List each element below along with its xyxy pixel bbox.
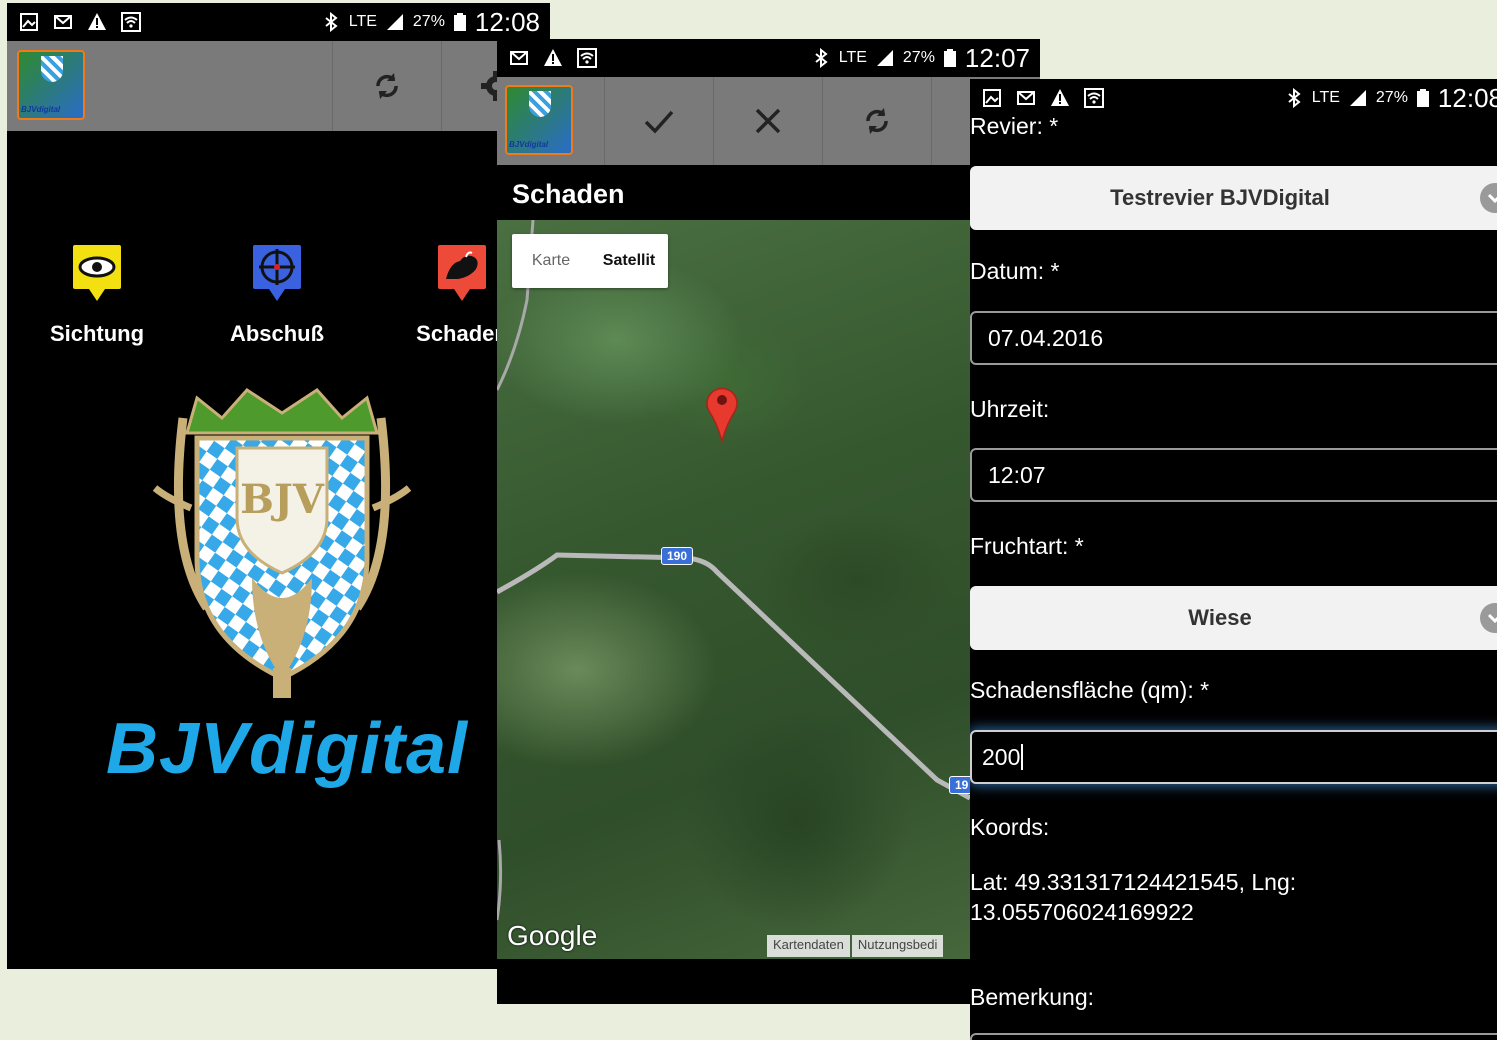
status-bar: LTE 27% 12:08 [7, 3, 550, 41]
nutzungsbedingungen-link[interactable]: Nutzungsbedi [851, 935, 944, 957]
signal-icon [1349, 90, 1366, 106]
signal-icon [876, 50, 893, 66]
fruchtart-value: Wiese [1188, 605, 1252, 630]
app-logo[interactable]: BJVdigital [505, 85, 573, 155]
chevron-down-icon [1480, 603, 1497, 633]
bemerkung-field[interactable] [970, 1033, 1497, 1040]
lte-indicator: LTE [838, 49, 867, 66]
map-type-karte[interactable]: Karte [512, 234, 590, 288]
mail-icon [54, 15, 72, 29]
status-bar: LTE 27% 12:08 [970, 79, 1497, 117]
wifi-icon [1084, 88, 1104, 108]
gallery-icon [983, 89, 1001, 107]
schadensflaeche-label: Schadensfläche (qm): * [970, 677, 1210, 703]
koords-value-line2: 13.055706024169922 [970, 899, 1194, 925]
battery-percent: 27% [1375, 89, 1408, 106]
lte-indicator: LTE [1311, 89, 1340, 106]
crosshair-icon [253, 245, 301, 301]
tile-sichtung[interactable]: Sichtung [47, 243, 147, 347]
revier-select[interactable]: Testrevier BJVDigital [970, 166, 1497, 230]
google-logo: Google [507, 920, 598, 951]
bluetooth-icon [1288, 88, 1301, 108]
schadensflaeche-value: 200 [982, 743, 1021, 770]
gallery-icon [20, 13, 38, 31]
revier-value: Testrevier BJVDigital [1110, 185, 1330, 210]
koords-value-line1: Lat: 49.331317124421545, Lng: [970, 869, 1297, 895]
app-logo[interactable]: BJVdigital [17, 50, 85, 120]
bluetooth-icon [815, 48, 828, 68]
warning-icon [544, 49, 562, 66]
sync-button[interactable] [822, 77, 931, 165]
confirm-button[interactable] [604, 77, 713, 165]
brand-wordmark: BJVdigital [105, 709, 469, 789]
tile-label: Abschuß [229, 321, 325, 346]
map-roads [497, 220, 970, 921]
sync-icon [376, 73, 398, 99]
warning-icon [1051, 89, 1069, 106]
fruchtart-select[interactable]: Wiese [970, 586, 1497, 650]
mail-icon [510, 51, 528, 65]
battery-icon [453, 13, 466, 31]
phone-screen-map: LTE 27% 12:07 BJVdigital Schaden Karte S… [497, 39, 1040, 1004]
action-bar: BJVdigital [7, 41, 550, 131]
text-cursor [1021, 744, 1024, 770]
phone-screen-form: LTE 27% 12:08 Revier: * Testrevier BJVDi… [970, 79, 1497, 1040]
road-shield: 19 [949, 776, 970, 794]
status-clock: 12:08 [1437, 82, 1497, 113]
koords-label: Koords: [970, 814, 1050, 840]
battery-percent: 27% [412, 13, 445, 30]
uhrzeit-label: Uhrzeit: [970, 396, 1050, 422]
uhrzeit-field[interactable]: 12:07 [970, 448, 1497, 502]
status-clock: 12:07 [964, 42, 1030, 73]
battery-percent: 27% [902, 49, 935, 66]
wifi-icon [121, 12, 141, 32]
schadensflaeche-field[interactable]: 200 [970, 730, 1497, 784]
battery-icon [943, 49, 956, 67]
wifi-icon [577, 48, 597, 68]
close-icon [755, 108, 781, 134]
revier-label: Revier: * [970, 113, 1059, 139]
action-bar: BJVdigital [497, 77, 1040, 165]
battery-icon [1416, 89, 1429, 107]
boar-icon [438, 245, 486, 301]
datum-field[interactable]: 07.04.2016 [970, 311, 1497, 365]
status-bar: LTE 27% 12:07 [497, 39, 1040, 77]
mail-icon [1017, 91, 1035, 105]
datum-label: Datum: * [970, 258, 1060, 284]
phone-screen-home: LTE 27% 12:08 BJVdigital Sichtung Abschu… [7, 3, 550, 969]
chevron-down-icon [1480, 183, 1497, 213]
fruchtart-label: Fruchtart: * [970, 533, 1084, 559]
tile-label: Sichtung [49, 321, 145, 346]
road-shield: 190 [661, 547, 694, 565]
status-clock: 12:08 [474, 6, 540, 37]
map-type-control: Karte Satellit [512, 234, 668, 288]
warning-icon [88, 13, 106, 30]
page-title: Schaden [512, 179, 625, 209]
signal-icon [386, 14, 403, 30]
tile-abschuss[interactable]: Abschuß [227, 243, 327, 347]
bemerkung-label: Bemerkung: [970, 984, 1095, 1010]
sync-button[interactable] [332, 41, 441, 131]
sync-icon [866, 108, 888, 134]
bluetooth-icon [325, 12, 338, 32]
lte-indicator: LTE [348, 13, 377, 30]
cancel-button[interactable] [713, 77, 822, 165]
map-type-satellit[interactable]: Satellit [590, 234, 668, 288]
crest-letters: BJV [240, 476, 325, 523]
check-icon [644, 110, 674, 134]
bjv-crest-logo: BJV [152, 388, 412, 698]
map-attribution: Kartendaten Nutzungsbedi [767, 935, 944, 957]
satellite-map[interactable]: Karte Satellit 190 19 Google Kartendaten… [497, 220, 970, 959]
eye-icon [73, 245, 121, 301]
location-pin-icon[interactable] [705, 383, 739, 443]
kartendaten-link[interactable]: Kartendaten [767, 935, 850, 957]
